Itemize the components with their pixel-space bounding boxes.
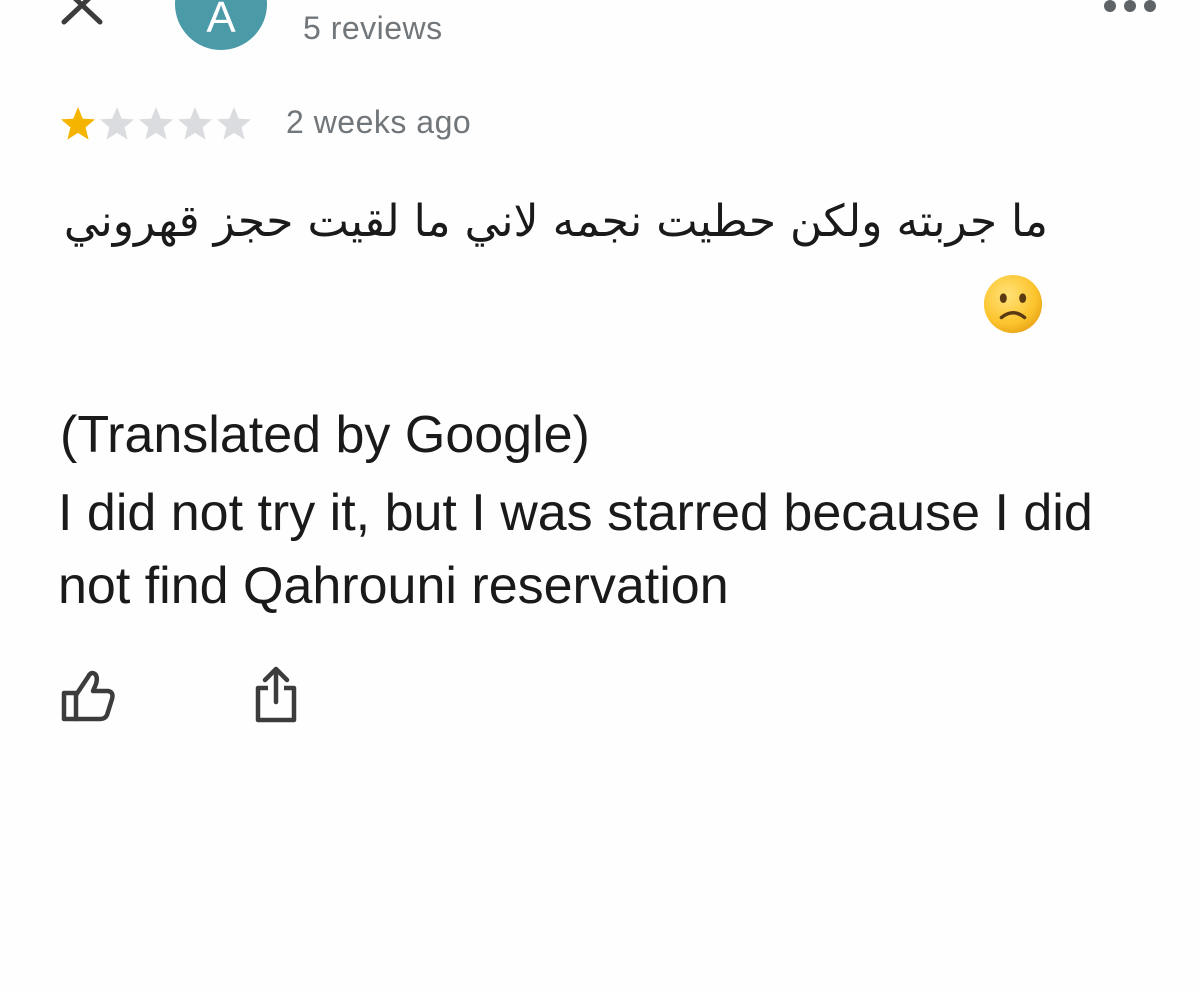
avatar-initial: A [206,0,236,42]
star-empty-icon [178,107,212,140]
thumbs-up-icon [61,670,115,722]
star-rating [58,104,253,144]
review-original-text: ما جربته ولكن حطيت نجمه لاني ما لقيت حجز… [40,180,1048,348]
review-date: 2 weeks ago [286,104,472,140]
star-empty-icon [100,107,134,140]
review-translated-text: I did not try it, but I was starred beca… [58,484,1093,615]
star-empty-icon [217,107,251,140]
avatar[interactable]: A [175,0,267,50]
more-options-button[interactable] [1104,0,1156,16]
star-filled-icon [61,107,95,140]
star-empty-icon [139,107,173,140]
share-button[interactable] [250,664,302,726]
share-icon [255,666,297,723]
slightly-frowning-face-icon [983,274,1043,334]
translated-by-google-label: (Translated by Google) [60,406,590,464]
review-original-text-content: ما جربته ولكن حطيت نجمه لاني ما لقيت حجز… [63,196,1048,247]
close-icon [61,0,103,25]
reviewer-review-count[interactable]: 5 reviews [303,10,443,47]
like-button[interactable] [60,667,118,725]
close-button[interactable] [56,0,108,28]
